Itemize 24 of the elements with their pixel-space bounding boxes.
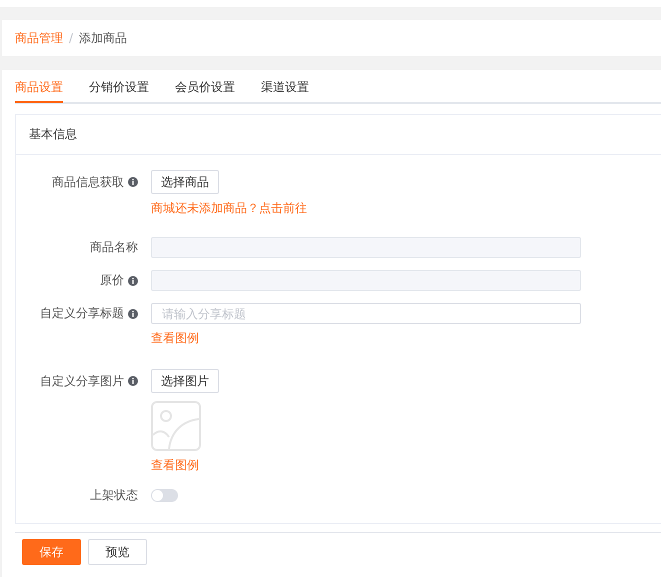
info-icon: [128, 177, 138, 187]
field-label: 自定义分享标题: [40, 305, 124, 322]
breadcrumb-separator: /: [69, 31, 74, 45]
select-product-button[interactable]: 选择商品: [151, 170, 219, 194]
toggle-switch[interactable]: [151, 489, 178, 502]
select-image-button[interactable]: 选择图片: [151, 369, 219, 393]
field-label: 商品名称: [90, 239, 138, 256]
info-icon: [128, 308, 138, 318]
field-label: 上架状态: [90, 486, 138, 504]
input-field[interactable]: [151, 237, 581, 258]
section-title: 基本信息: [29, 126, 77, 143]
input-field[interactable]: [151, 270, 581, 291]
info-icon: [128, 276, 138, 286]
field-label: 自定义分享图片: [40, 372, 124, 390]
breadcrumb-item: 添加商品: [79, 30, 128, 46]
tab[interactable]: 渠道设置: [261, 79, 309, 101]
tab[interactable]: 分销价设置: [89, 79, 149, 101]
input-field[interactable]: 请输入分享标题: [151, 303, 581, 324]
field-label: 原价: [100, 272, 124, 289]
field-label: 商品信息获取: [52, 174, 124, 190]
info-icon: [128, 376, 138, 386]
image-placeholder-icon: [151, 401, 201, 451]
preview-button[interactable]: 预览: [88, 539, 147, 565]
tab[interactable]: 会员价设置: [175, 79, 235, 101]
